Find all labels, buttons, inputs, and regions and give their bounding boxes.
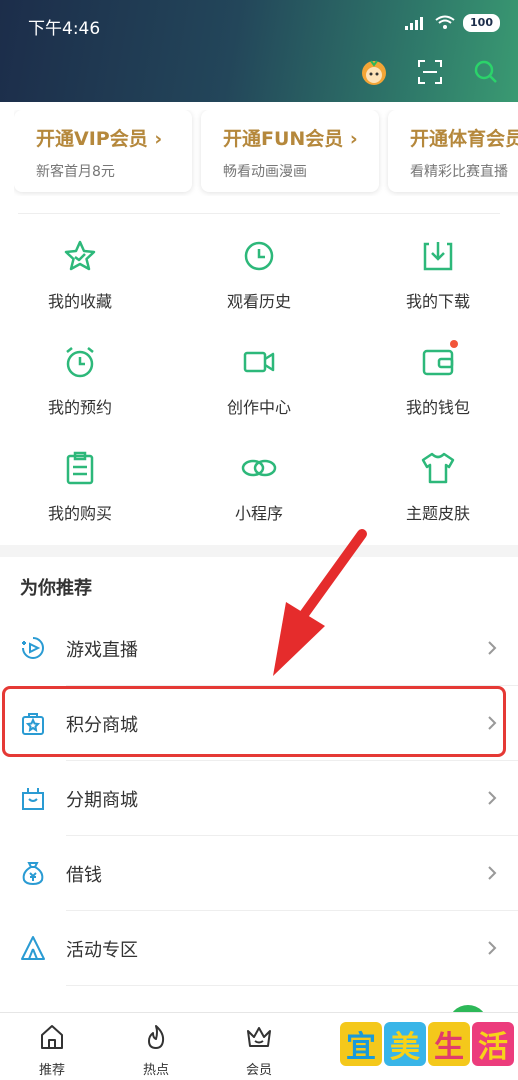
tab-membership[interactable]: 会员 — [229, 1023, 289, 1078]
watermark-char: 美 — [384, 1022, 426, 1066]
tab-recommend[interactable]: 推荐 — [22, 1023, 82, 1078]
tab-label: 推荐 — [38, 1063, 65, 1078]
flame-icon — [148, 1025, 165, 1049]
home-icon — [41, 1025, 63, 1049]
tab-hot[interactable]: 热点 — [126, 1023, 186, 1078]
watermark-char: 活 — [472, 1022, 514, 1066]
annotation-arrow-icon — [273, 529, 367, 676]
tab-label: 热点 — [142, 1063, 169, 1078]
watermark-logo: 宜 美 生 活 — [340, 1022, 514, 1066]
crown-icon — [247, 1027, 271, 1047]
watermark-char: 生 — [428, 1022, 470, 1066]
tab-label: 会员 — [245, 1063, 272, 1078]
watermark-char: 宜 — [340, 1022, 382, 1066]
